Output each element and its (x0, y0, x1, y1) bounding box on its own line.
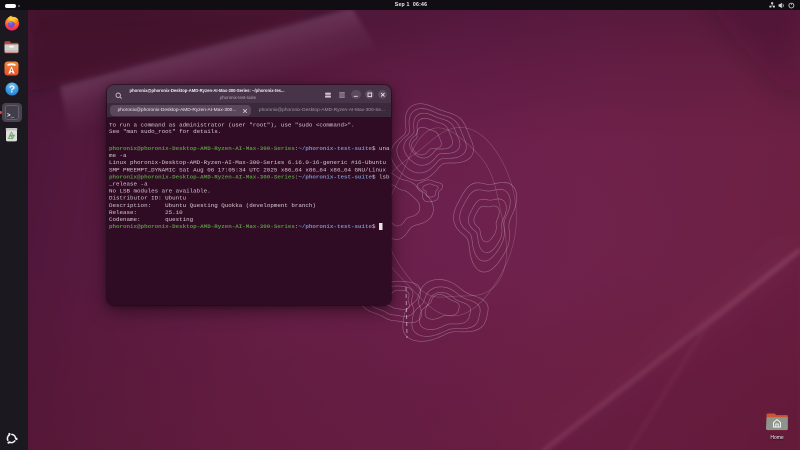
svg-text:?: ? (8, 84, 14, 96)
